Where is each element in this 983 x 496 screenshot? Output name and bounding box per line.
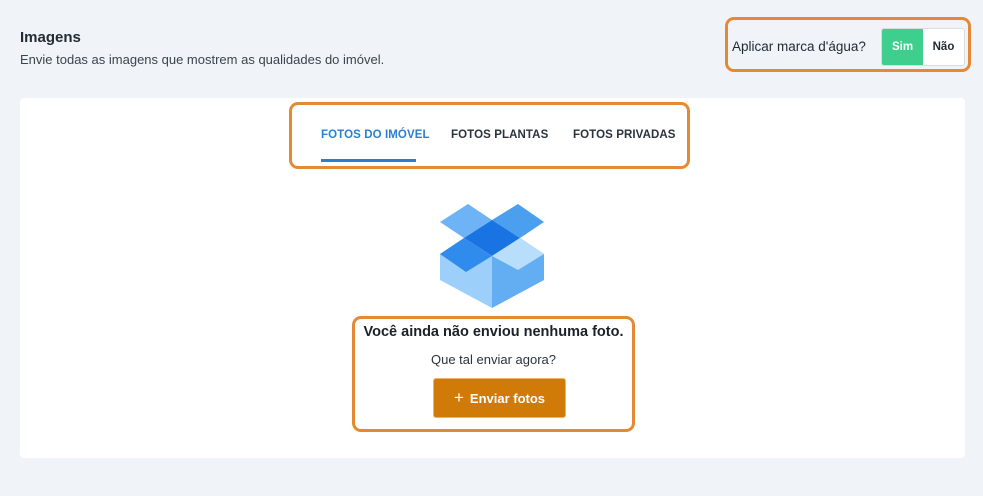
empty-state-title: Você ainda não enviou nenhuma foto.	[363, 324, 624, 340]
watermark-yes-option[interactable]: Sim	[882, 29, 923, 65]
open-box-icon	[440, 204, 544, 308]
plus-icon: +	[453, 388, 464, 407]
watermark-no-option[interactable]: Não	[923, 29, 964, 65]
page-title: Imagens	[20, 29, 81, 46]
upload-photos-label: Enviar fotos	[469, 390, 546, 406]
page-subtitle: Envie todas as imagens que mostrem as qu…	[20, 52, 385, 67]
upload-photos-button[interactable]: + Enviar fotos	[433, 378, 566, 418]
empty-state-subtitle: Que tal enviar agora?	[430, 352, 557, 367]
tab-fotos-plantas[interactable]: FOTOS PLANTAS	[451, 129, 548, 141]
watermark-label: Aplicar marca d'água?	[732, 39, 866, 54]
tab-fotos-do-imovel[interactable]: FOTOS DO IMÓVEL	[321, 129, 430, 141]
watermark-toggle[interactable]: Sim Não	[881, 28, 965, 66]
active-tab-indicator	[321, 159, 416, 162]
tab-fotos-privadas[interactable]: FOTOS PRIVADAS	[573, 129, 676, 141]
